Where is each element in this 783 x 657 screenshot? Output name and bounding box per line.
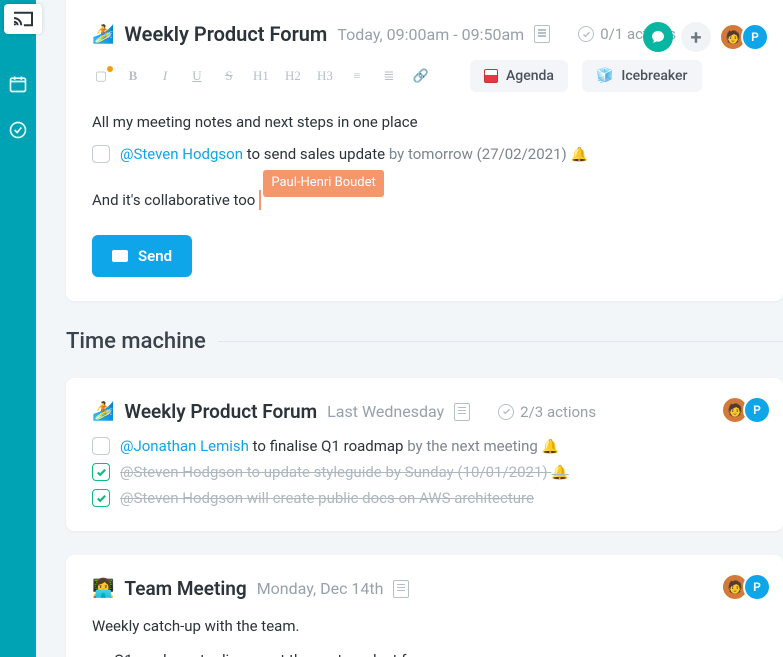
task-row: @Steven Hodgson to send sales update by … — [92, 142, 757, 166]
meeting-title: Weekly Product Forum — [124, 22, 327, 46]
calendar-icon[interactable] — [8, 74, 28, 94]
meeting-title: Team Meeting — [124, 577, 246, 600]
send-label: Send — [138, 247, 172, 265]
task-checkbox[interactable] — [92, 463, 110, 481]
mention[interactable]: @Jonathan Lemish — [120, 437, 249, 455]
avatar: P — [743, 396, 771, 424]
task-row: @Jonathan Lemish to finalise Q1 roadmap … — [92, 437, 757, 455]
divider — [218, 341, 783, 342]
task-row: @Steven Hodgson will create public docs … — [92, 489, 757, 507]
check-circle-icon[interactable] — [8, 120, 28, 140]
icebreaker-chip[interactable]: 🧊 Icebreaker — [582, 60, 702, 92]
meeting-header: 🏄 Weekly Product Forum Last Wednesday 2/… — [92, 400, 757, 423]
h1-button[interactable]: H1 — [252, 68, 270, 84]
cast-icon — [12, 10, 34, 28]
link-button[interactable]: 🔗 — [412, 68, 430, 84]
actions-counter[interactable]: 2/3 actions — [498, 403, 596, 421]
reminder-icon[interactable]: 🔔 — [570, 147, 587, 163]
meeting-title: Weekly Product Forum — [124, 400, 317, 423]
meeting-emoji: 🏄 — [92, 24, 114, 45]
task-checkbox[interactable] — [92, 145, 110, 163]
remote-cursor-label: Paul-Henri Boudet — [263, 170, 383, 197]
underline-button[interactable]: U — [188, 68, 206, 84]
task-due: by the next meeting — [407, 437, 538, 455]
task-checkbox[interactable] — [92, 437, 110, 455]
participants[interactable]: 🧑 P — [721, 396, 771, 424]
avatar: P — [741, 23, 769, 51]
bold-button[interactable]: B — [124, 68, 142, 84]
past-meeting-card: 👩‍💻 Team Meeting Monday, Dec 14th 🧑 P We… — [66, 555, 783, 657]
formatting-toolbar: ▢ B I U S H1 H2 H3 ≡ ≣ 🔗 Agenda 🧊 Icebre… — [92, 60, 757, 92]
bullet-list: Q1 roadmap to discuss at the next produc… — [114, 646, 757, 657]
note-icon[interactable]: ▢ — [92, 68, 110, 84]
check-circle-icon — [578, 26, 594, 42]
notes-icon[interactable] — [454, 403, 470, 421]
collab-line: And it's collaborative too Paul-Henri Bo… — [92, 186, 757, 213]
strike-button[interactable]: S — [220, 68, 238, 84]
add-button[interactable]: + — [681, 22, 711, 52]
time-machine-header: Time machine — [66, 329, 783, 354]
note-intro-line: All my meeting notes and next steps in o… — [92, 110, 757, 134]
participants[interactable]: 🧑 P — [721, 573, 771, 601]
section-title: Time machine — [66, 329, 206, 354]
chat-button[interactable] — [643, 22, 673, 52]
check-circle-icon — [498, 404, 514, 420]
italic-button[interactable]: I — [156, 68, 174, 84]
participants[interactable]: 🧑 P — [719, 23, 769, 51]
meeting-time: Monday, Dec 14th — [257, 579, 384, 598]
send-button[interactable]: Send — [92, 235, 192, 277]
icebreaker-label: Icebreaker — [621, 68, 687, 84]
current-meeting-card: 🏄 Weekly Product Forum Today, 09:00am - … — [66, 0, 783, 301]
collab-text: And it's collaborative too — [92, 188, 255, 212]
avatar: P — [743, 573, 771, 601]
chat-icon — [650, 29, 666, 45]
meeting-emoji: 👩‍💻 — [92, 578, 114, 599]
summary-line: Weekly catch-up with the team. — [92, 614, 757, 638]
ice-icon: 🧊 — [596, 68, 613, 84]
agenda-chip[interactable]: Agenda — [470, 60, 568, 92]
sidebar — [0, 0, 36, 657]
reminder-icon[interactable]: 🔔 — [542, 439, 559, 455]
task-text: will create public docs on AWS architect… — [247, 489, 534, 507]
agenda-label: Agenda — [506, 68, 554, 84]
remote-cursor — [259, 190, 261, 210]
task-text: to send sales update — [247, 145, 385, 163]
mail-icon — [112, 250, 128, 262]
list-item: Q1 roadmap to discuss at the next produc… — [114, 646, 757, 657]
calendar-small-icon — [484, 69, 498, 83]
notes-icon[interactable] — [534, 25, 550, 43]
meeting-header: 👩‍💻 Team Meeting Monday, Dec 14th — [92, 577, 757, 600]
task-due: by tomorrow (27/02/2021) — [389, 145, 567, 163]
task-checkbox[interactable] — [92, 489, 110, 507]
reminder-icon[interactable]: 🔔 — [551, 465, 568, 481]
task-due: by Sunday (10/01/2021) — [386, 463, 548, 481]
past-meeting-card: 🏄 Weekly Product Forum Last Wednesday 2/… — [66, 378, 783, 531]
numbered-list-button[interactable]: ≣ — [380, 68, 398, 84]
note-body[interactable]: Weekly catch-up with the team. Q1 roadma… — [92, 614, 757, 657]
mention[interactable]: @Steven Hodgson — [120, 463, 243, 481]
h2-button[interactable]: H2 — [284, 68, 302, 84]
h3-button[interactable]: H3 — [316, 68, 334, 84]
header-actions: + 🧑 P — [643, 22, 769, 52]
cast-badge[interactable] — [4, 4, 42, 34]
task-row: @Steven Hodgson to update styleguide by … — [92, 463, 757, 481]
bullet-list-button[interactable]: ≡ — [348, 68, 366, 84]
actions-count-label: 2/3 actions — [520, 403, 596, 421]
task-text: to finalise Q1 roadmap — [253, 437, 404, 455]
main-content: 🏄 Weekly Product Forum Today, 09:00am - … — [36, 0, 783, 657]
meeting-time: Last Wednesday — [327, 402, 444, 421]
meeting-time: Today, 09:00am - 09:50am — [337, 25, 524, 44]
task-text: to update styleguide — [247, 463, 382, 481]
notes-icon[interactable] — [393, 580, 409, 598]
meeting-emoji: 🏄 — [92, 401, 114, 422]
mention[interactable]: @Steven Hodgson — [120, 489, 243, 507]
note-body[interactable]: All my meeting notes and next steps in o… — [92, 110, 757, 213]
mention[interactable]: @Steven Hodgson — [120, 145, 243, 163]
